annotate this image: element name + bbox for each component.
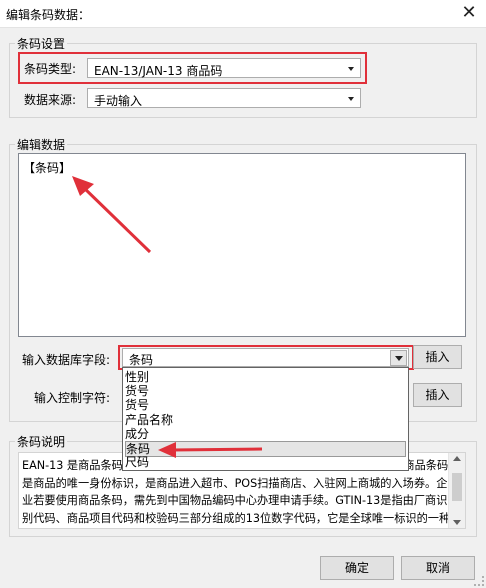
db-field-dropdown-button[interactable]	[390, 350, 407, 366]
scroll-thumb[interactable]	[452, 473, 462, 501]
chevron-down-icon	[348, 67, 354, 71]
dropdown-item[interactable]: 产品名称	[125, 413, 406, 427]
close-icon[interactable]: ✕	[458, 2, 480, 24]
db-field-select[interactable]: 条码	[122, 348, 409, 367]
data-source-value: 手动输入	[94, 94, 143, 108]
dropdown-item[interactable]: 货号	[125, 384, 406, 398]
edit-data-legend: 编辑数据	[15, 136, 68, 153]
chevron-down-icon	[395, 356, 403, 361]
db-field-value: 条码	[129, 353, 154, 367]
insert-field-button[interactable]: 插入	[413, 345, 462, 369]
data-source-label: 数据来源:	[24, 93, 77, 107]
scroll-up-icon[interactable]	[453, 456, 461, 461]
data-source-select[interactable]: 手动输入	[87, 88, 361, 108]
barcode-type-value: EAN-13/JAN-13 商品码	[94, 64, 223, 78]
ok-label: 确定	[344, 561, 369, 575]
barcode-settings-legend: 条码设置	[15, 35, 68, 52]
barcode-type-label: 条码类型:	[24, 62, 77, 76]
dropdown-item[interactable]: 成分	[125, 427, 406, 441]
insert-control-label: 插入	[425, 388, 450, 402]
insert-control-button[interactable]: 插入	[413, 383, 462, 407]
dropdown-item[interactable]: 性别	[125, 370, 406, 384]
cancel-button[interactable]: 取消	[401, 556, 475, 580]
description-legend: 条码说明	[15, 433, 68, 450]
dropdown-item[interactable]: 货号	[125, 398, 406, 412]
annotation-arrow-up	[72, 176, 152, 254]
cancel-label: 取消	[425, 561, 450, 575]
barcode-type-select[interactable]: EAN-13/JAN-13 商品码	[87, 58, 361, 78]
window-title: 编辑条码数据：	[6, 8, 91, 22]
title-bar: 编辑条码数据： ✕	[0, 0, 486, 28]
scroll-down-icon[interactable]	[453, 520, 461, 525]
insert-field-label: 插入	[425, 350, 450, 364]
resize-grip-icon[interactable]	[474, 576, 484, 586]
chevron-down-icon	[348, 97, 354, 101]
annotation-arrow-left	[158, 442, 263, 458]
control-char-label: 输入控制字符:	[34, 391, 111, 405]
description-scrollbar[interactable]	[448, 453, 465, 528]
ok-button[interactable]: 确定	[320, 556, 394, 580]
db-field-label: 输入数据库字段:	[22, 353, 111, 367]
